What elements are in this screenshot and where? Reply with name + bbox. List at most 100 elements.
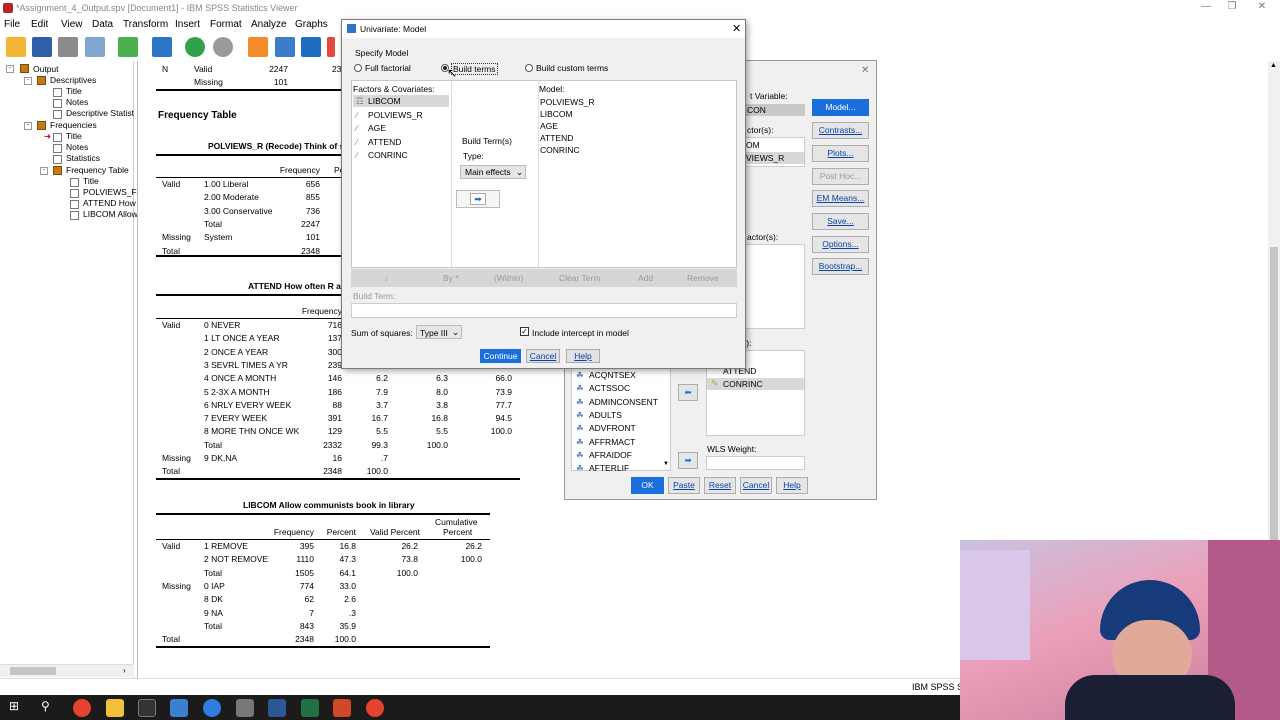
calculator-icon[interactable] <box>236 699 254 717</box>
menu-graphs[interactable]: Graphs <box>295 19 328 30</box>
wls-weight-field[interactable] <box>706 456 805 470</box>
chrome-icon[interactable] <box>73 699 91 717</box>
close-icon[interactable]: ✕ <box>861 65 869 76</box>
redo-icon[interactable] <box>213 37 233 57</box>
plots-button[interactable]: Plots... <box>812 145 869 162</box>
paste-button[interactable]: Paste <box>668 477 700 494</box>
variables-icon[interactable] <box>301 37 321 57</box>
sum-of-squares-dropdown[interactable]: Type III ⌄ <box>416 325 462 339</box>
nav-item-attend[interactable]: ATTEND How <box>83 198 136 208</box>
options-button[interactable]: Options... <box>812 236 869 253</box>
powerpoint-icon[interactable] <box>333 699 351 717</box>
scroll-right-icon[interactable]: › <box>123 666 126 675</box>
search-icon[interactable]: ⚲ <box>41 699 50 713</box>
build-term-field[interactable] <box>351 303 737 318</box>
menu-data[interactable]: Data <box>92 19 113 30</box>
app-icon[interactable] <box>203 699 221 717</box>
collapse-icon[interactable]: - <box>6 65 14 73</box>
nav-item-title[interactable]: Title <box>83 176 99 186</box>
by-button[interactable]: By * <box>443 273 459 283</box>
nav-item-frequencies[interactable]: Frequencies <box>50 120 97 130</box>
excel-icon[interactable] <box>301 699 319 717</box>
add-button[interactable]: Add <box>638 273 653 283</box>
windows-start-icon[interactable]: ⊞ <box>9 699 19 713</box>
cancel-button[interactable]: Cancel <box>740 477 772 494</box>
menu-format[interactable]: Format <box>210 19 242 30</box>
menu-analyze[interactable]: Analyze <box>251 19 287 30</box>
word-icon[interactable] <box>268 699 286 717</box>
nav-item-descriptive-statistics[interactable]: Descriptive Statist <box>66 108 134 118</box>
list-item-selected[interactable]: VIEWS_R <box>742 152 804 164</box>
variable-list-item[interactable]: ADMINCONSENT <box>589 397 658 407</box>
export-icon[interactable] <box>118 37 138 57</box>
build-custom-terms-radio[interactable] <box>525 64 533 72</box>
spss-icon[interactable] <box>170 699 188 717</box>
variable-list-item[interactable]: ACQNTSEX <box>589 370 636 380</box>
print-icon[interactable] <box>58 37 78 57</box>
model-term-item[interactable]: ATTEND <box>540 133 573 143</box>
variable-list-item[interactable]: ADULTS <box>589 410 622 420</box>
include-intercept-checkbox[interactable]: ✓ <box>520 327 529 336</box>
collapse-icon[interactable]: - <box>40 167 48 175</box>
variable-source-list[interactable]: ☘ ACQNTSEX ☘ ACTSSOC ☘ ADMINCONSENT ☘ ADULTS ☘ AD… <box>571 367 671 473</box>
menu-file[interactable]: File <box>4 19 20 30</box>
chrome-icon[interactable] <box>366 699 384 717</box>
type-dropdown[interactable]: Main effects ⌄ <box>460 165 526 179</box>
menu-edit[interactable]: Edit <box>31 19 48 30</box>
nav-item-title[interactable]: Title <box>66 86 82 96</box>
model-term-item[interactable]: LIBCOM <box>540 109 573 119</box>
nav-item-libcom[interactable]: LIBCOM Allow <box>83 209 138 219</box>
ok-button[interactable]: OK <box>631 477 664 494</box>
undo-icon[interactable] <box>185 37 205 57</box>
nav-item-title[interactable]: Title <box>66 131 82 141</box>
within-button[interactable]: (Within) <box>494 273 523 283</box>
factor-list-item[interactable]: POLVIEWS_R <box>368 110 423 120</box>
variable-list-item[interactable]: ACTSSOC <box>589 383 630 393</box>
file-explorer-icon[interactable] <box>106 699 124 717</box>
build-terms-label[interactable]: Build terms <box>451 63 498 75</box>
collapse-icon[interactable]: - <box>24 77 32 85</box>
nav-item-notes[interactable]: Notes <box>66 97 88 107</box>
factor-list-item[interactable]: LIBCOM <box>368 96 401 106</box>
nav-item-notes[interactable]: Notes <box>66 142 88 152</box>
factor-list-item[interactable]: AGE <box>368 123 386 133</box>
list-item[interactable]: OM <box>746 140 760 150</box>
model-term-item[interactable]: AGE <box>540 121 558 131</box>
nav-item-frequency-table[interactable]: Frequency Table <box>66 165 129 175</box>
model-button[interactable]: Model... <box>812 99 869 116</box>
continue-button[interactable]: Continue <box>480 349 521 363</box>
scroll-thumb[interactable] <box>10 667 56 675</box>
variable-list-item[interactable]: AFFRMACT <box>589 437 635 447</box>
save-button[interactable]: Save... <box>812 213 869 230</box>
move-down-button[interactable]: ↓ <box>384 273 388 283</box>
add-term-button[interactable]: ➡ <box>456 190 500 208</box>
menu-view[interactable]: View <box>61 19 83 30</box>
variable-list-item[interactable]: AFTERLIF <box>589 463 629 473</box>
nav-item-statistics[interactable]: Statistics <box>66 153 100 163</box>
close-icon[interactable]: ✕ <box>732 22 741 35</box>
include-intercept-label[interactable]: Include intercept in model <box>532 328 629 338</box>
menu-transform[interactable]: Transform <box>123 19 168 30</box>
contrasts-button[interactable]: Contrasts... <box>812 122 869 139</box>
list-item-selected[interactable]: ✎ CONRINC <box>707 378 804 390</box>
recall-dialog-icon[interactable] <box>152 37 172 57</box>
em-means-button[interactable]: EM Means... <box>812 190 869 207</box>
save-icon[interactable] <box>32 37 52 57</box>
factor-list-item[interactable]: CONRINC <box>368 150 408 160</box>
post-hoc-button[interactable]: Post Hoc... <box>812 168 869 185</box>
scroll-up-icon[interactable]: ▲ <box>1270 62 1277 69</box>
reset-button[interactable]: Reset <box>704 477 736 494</box>
help-button[interactable]: Help <box>566 349 600 363</box>
nav-item-descriptives[interactable]: Descriptives <box>50 75 96 85</box>
help-button[interactable]: Help <box>776 477 808 494</box>
dependent-variable-field[interactable]: CON <box>741 104 805 116</box>
collapse-icon[interactable]: - <box>24 122 32 130</box>
clear-term-button[interactable]: Clear Term <box>559 273 600 283</box>
restore-icon[interactable]: ❐ <box>1224 1 1240 12</box>
menu-insert[interactable]: Insert <box>175 19 200 30</box>
model-term-item[interactable]: POLVIEWS_R <box>540 97 595 107</box>
fixed-factors-list[interactable]: OM VIEWS_R <box>741 137 805 167</box>
nav-item-polviews[interactable]: POLVIEWS_F <box>83 187 137 197</box>
nav-item-output[interactable]: Output <box>33 64 59 74</box>
model-term-item[interactable]: CONRINC <box>540 145 580 155</box>
